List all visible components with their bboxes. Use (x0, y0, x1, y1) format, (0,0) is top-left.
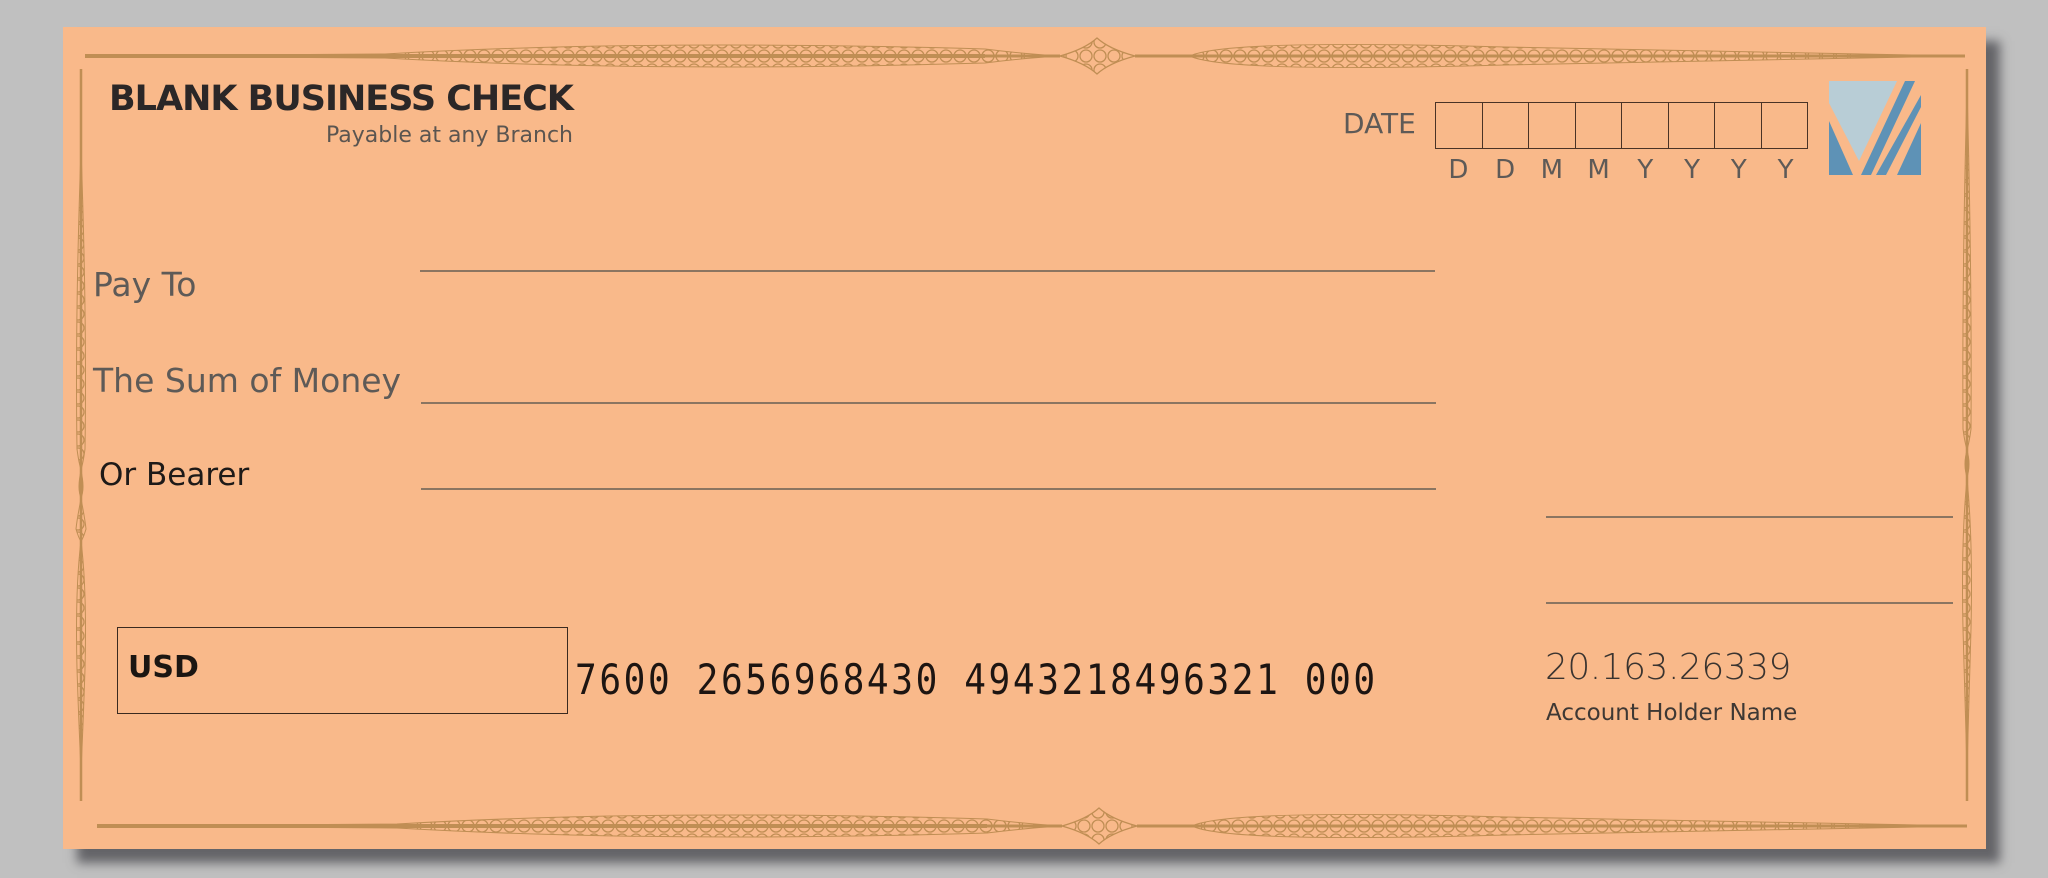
left-ornament-border (75, 69, 87, 801)
pay-to-line[interactable] (420, 270, 1435, 272)
pay-to-label: Pay To (93, 265, 197, 304)
top-ornament-border (85, 37, 1965, 75)
date-box-year-1[interactable] (1622, 103, 1669, 148)
date-box-day-2[interactable] (1483, 103, 1529, 148)
date-format-letter: D (1448, 155, 1469, 185)
sum-of-money-label: The Sum of Money (93, 361, 402, 400)
micr-line: 7600 2656968430 4943218496321 000 (575, 655, 1378, 704)
right-ornament-border (1962, 69, 1972, 801)
date-format-letter: D (1495, 155, 1516, 185)
date-box-year-4[interactable] (1762, 103, 1808, 148)
amount-box[interactable]: USD (117, 627, 568, 714)
or-bearer-line[interactable] (421, 488, 1436, 490)
sum-of-money-line[interactable] (421, 402, 1436, 404)
date-input-boxes (1435, 102, 1808, 149)
date-format-legend: D D M M Y Y Y Y (1435, 155, 1809, 185)
date-box-month-1[interactable] (1529, 103, 1576, 148)
date-box-day-1[interactable] (1436, 103, 1483, 148)
account-number: 20.163.26339 (1545, 647, 1791, 688)
signature-line-2[interactable] (1546, 602, 1953, 604)
date-format-letter: Y (1730, 155, 1747, 185)
date-format-letter: Y (1684, 155, 1701, 185)
date-box-month-2[interactable] (1576, 103, 1622, 148)
business-check: BLANK BUSINESS CHECK Payable at any Bran… (63, 27, 1986, 849)
account-holder-label: Account Holder Name (1546, 700, 1798, 726)
date-format-letter: Y (1637, 155, 1654, 185)
date-label: DATE (1343, 107, 1416, 140)
date-box-year-2[interactable] (1669, 103, 1715, 148)
check-title: BLANK BUSINESS CHECK (109, 79, 574, 119)
signature-line-1[interactable] (1546, 516, 1953, 518)
date-format-letter: Y (1777, 155, 1794, 185)
currency-label: USD (128, 650, 199, 685)
bottom-ornament-border (97, 807, 1967, 845)
check-subtitle: Payable at any Branch (325, 123, 573, 148)
bank-logo-icon (1829, 81, 1921, 175)
date-format-letter: M (1587, 155, 1610, 185)
date-box-year-3[interactable] (1715, 103, 1762, 148)
date-format-letter: M (1540, 155, 1564, 185)
or-bearer-label: Or Bearer (99, 457, 250, 493)
